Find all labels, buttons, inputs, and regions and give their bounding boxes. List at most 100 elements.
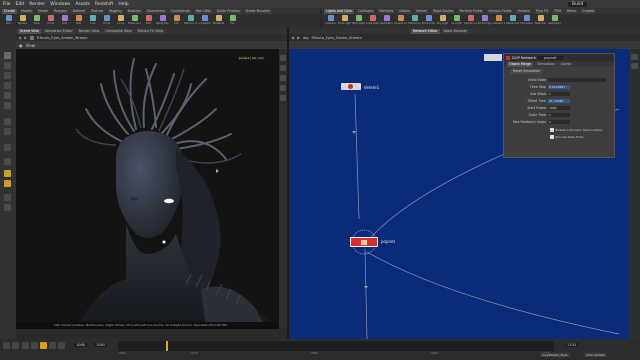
menu-assets[interactable]: Assets — [75, 2, 90, 7]
obj-label[interactable]: obj — [303, 36, 308, 40]
step-forward-icon[interactable] — [49, 342, 56, 349]
points-icon[interactable] — [280, 85, 286, 91]
shelf-tool-environment-light[interactable]: Environment Light — [422, 14, 435, 28]
shelf-tab[interactable]: Hair Utils — [193, 8, 213, 14]
shelf-tool-grid[interactable]: Grid — [58, 14, 71, 28]
tab-animation-editor[interactable]: Animation Editor — [42, 28, 75, 34]
shelf-tool-null[interactable]: Null — [72, 14, 85, 28]
checkbox-icon[interactable] — [550, 135, 554, 139]
jump-end-icon[interactable] — [58, 342, 65, 349]
normals-icon[interactable] — [280, 95, 286, 101]
shelf-tool-l-system[interactable]: L-System — [198, 14, 211, 28]
shelf-tool-spot-light[interactable]: Spot Light — [352, 14, 365, 28]
shelf-tool-torus[interactable]: Torus — [44, 14, 57, 28]
checkbox-icon[interactable] — [550, 128, 554, 132]
tab-network-editor[interactable]: Network Editor — [411, 28, 440, 34]
shelf-tool-switcher[interactable]: Switcher — [534, 14, 547, 28]
shelf-tool-line[interactable]: Line — [86, 14, 99, 28]
shelf-tab[interactable]: Particles — [377, 8, 396, 14]
keys-icon[interactable] — [12, 342, 19, 349]
view-tool-icon[interactable] — [4, 128, 11, 135]
shelf-tool-file[interactable]: File — [226, 14, 239, 28]
shelf-tab[interactable]: Collisions — [355, 8, 376, 14]
shelf-tab[interactable]: Pyro FX — [533, 8, 551, 14]
time-cursor[interactable] — [166, 341, 168, 351]
end-frame-field[interactable]: 1100 — [565, 343, 578, 347]
shelf-tool-ambient-light[interactable]: Ambient Light — [492, 14, 505, 28]
grid-icon[interactable] — [631, 63, 638, 69]
scene-viewport[interactable] — [16, 49, 279, 329]
start-frame-field[interactable]: 1064 — [94, 343, 107, 347]
shelf-tab[interactable]: Texture — [89, 8, 106, 14]
shelf-tab[interactable]: Constraints — [168, 8, 192, 14]
shelf-tool-box[interactable]: Box — [2, 14, 15, 28]
shelf-tool-geometry-light[interactable]: Geometry Light — [380, 14, 393, 28]
tab-render-view[interactable]: Render View — [76, 28, 102, 34]
tab-asset-browser[interactable]: Asset Browser — [441, 28, 469, 34]
shelf-tab[interactable]: FEM — [552, 8, 563, 14]
shelf-tab[interactable]: Guide Process — [214, 8, 242, 14]
current-frame-field[interactable]: 1068 — [74, 343, 87, 347]
shelf-tab[interactable]: Model — [35, 8, 50, 14]
menu-render[interactable]: Render — [29, 2, 45, 7]
shelf-tool-path[interactable]: Path — [142, 14, 155, 28]
shelf-tab[interactable]: Oceans — [515, 8, 532, 14]
tab-composite-view[interactable]: Composite View — [103, 28, 134, 34]
start-frame-field[interactable]: 1064 — [548, 105, 570, 111]
shelf-tool-caustic-light[interactable]: Caustic Light — [464, 14, 477, 28]
shelf-tab[interactable]: Guide Brushes — [243, 8, 272, 14]
select-tool-icon[interactable] — [4, 52, 11, 59]
shelf-tool-gi-light[interactable]: GI Light — [450, 14, 463, 28]
menu-help[interactable]: Help — [118, 2, 128, 7]
shelf-tab[interactable]: Rigid Bodies — [431, 8, 456, 14]
timeline-bar[interactable] — [118, 341, 554, 351]
snap-icon[interactable] — [4, 144, 11, 151]
reset-simulation-button[interactable]: Reset Simulation — [510, 69, 543, 74]
shelf-tool-gamepad-camera[interactable]: Gamepad Camera — [548, 14, 561, 28]
scale-tool-icon[interactable] — [4, 82, 11, 89]
shelf-tab[interactable]: Muscles — [125, 8, 143, 14]
menu-edit[interactable]: Edit — [16, 2, 25, 7]
network-path-label[interactable]: Ritsuto_Eyes_Smoke_Stream — [312, 36, 362, 40]
frame-icon[interactable] — [280, 65, 286, 71]
offset-time-field[interactable]: $T_START — [548, 98, 570, 104]
menu-redshift[interactable]: Redshift — [95, 2, 113, 7]
popnet-node[interactable] — [350, 237, 378, 247]
view-menu-icon[interactable]: ● — [19, 43, 23, 48]
update-mode-button[interactable]: Auto Update — [584, 353, 607, 357]
rotate-tool-icon[interactable] — [4, 72, 11, 79]
shelf-tab[interactable]: Create — [2, 8, 17, 14]
shelf-tab[interactable]: Modify — [18, 8, 34, 14]
camera-badge[interactable]: persp1 | No cam — [238, 56, 265, 60]
shelf-tool-portal-light[interactable]: Portal Light — [478, 14, 491, 28]
tab-cache[interactable]: Cache — [558, 61, 573, 67]
lock-camera-icon[interactable] — [4, 170, 11, 177]
shelf-tool-metaball[interactable]: Metaball — [212, 14, 225, 28]
layout-icon[interactable] — [631, 54, 638, 60]
shelf-tool-camera[interactable]: Camera — [324, 14, 337, 28]
shelf-tab[interactable]: Particle Fluids — [457, 8, 485, 14]
shelf-tool-tube[interactable]: Tube — [30, 14, 43, 28]
tab-scene-view[interactable]: Scene View — [18, 28, 41, 34]
param-node-name[interactable]: popnet — [537, 55, 563, 60]
tab-object-merge[interactable]: Object Merge — [507, 61, 534, 67]
step-back-icon[interactable] — [31, 342, 38, 349]
viewport-path-label[interactable]: Ritsuto_Eyes_Smoke_Stream — [37, 36, 87, 40]
shelf-tool-draw-curve[interactable]: Draw Curve — [128, 14, 141, 28]
shelf-tool-stereo-camera[interactable]: Stereo Camera — [506, 14, 519, 28]
shelf-tab[interactable]: Crowds — [580, 8, 597, 14]
shelf-tab[interactable]: Viscous Fluids — [486, 8, 514, 14]
wireframe-icon[interactable] — [4, 194, 11, 201]
desktop-selector[interactable]: Build — [568, 1, 588, 7]
shelf-tool-sky-light[interactable]: Sky Light — [436, 14, 449, 28]
display-options-icon[interactable] — [4, 180, 11, 187]
handle-tool-icon[interactable] — [4, 92, 11, 99]
view-label[interactable]: View — [26, 43, 36, 48]
initial-state-field[interactable] — [548, 77, 606, 83]
shelf-tool-font[interactable]: Font — [170, 14, 183, 28]
back-arrow-icon[interactable]: ◀ — [18, 35, 21, 40]
node-stub[interactable] — [484, 54, 502, 61]
sub-steps-field[interactable]: 1 — [548, 91, 570, 97]
shelf-tool-spray-paint[interactable]: Spray Paint — [156, 14, 169, 28]
object-path[interactable]: /obj/Ritsuto_Eyes — [540, 353, 570, 357]
